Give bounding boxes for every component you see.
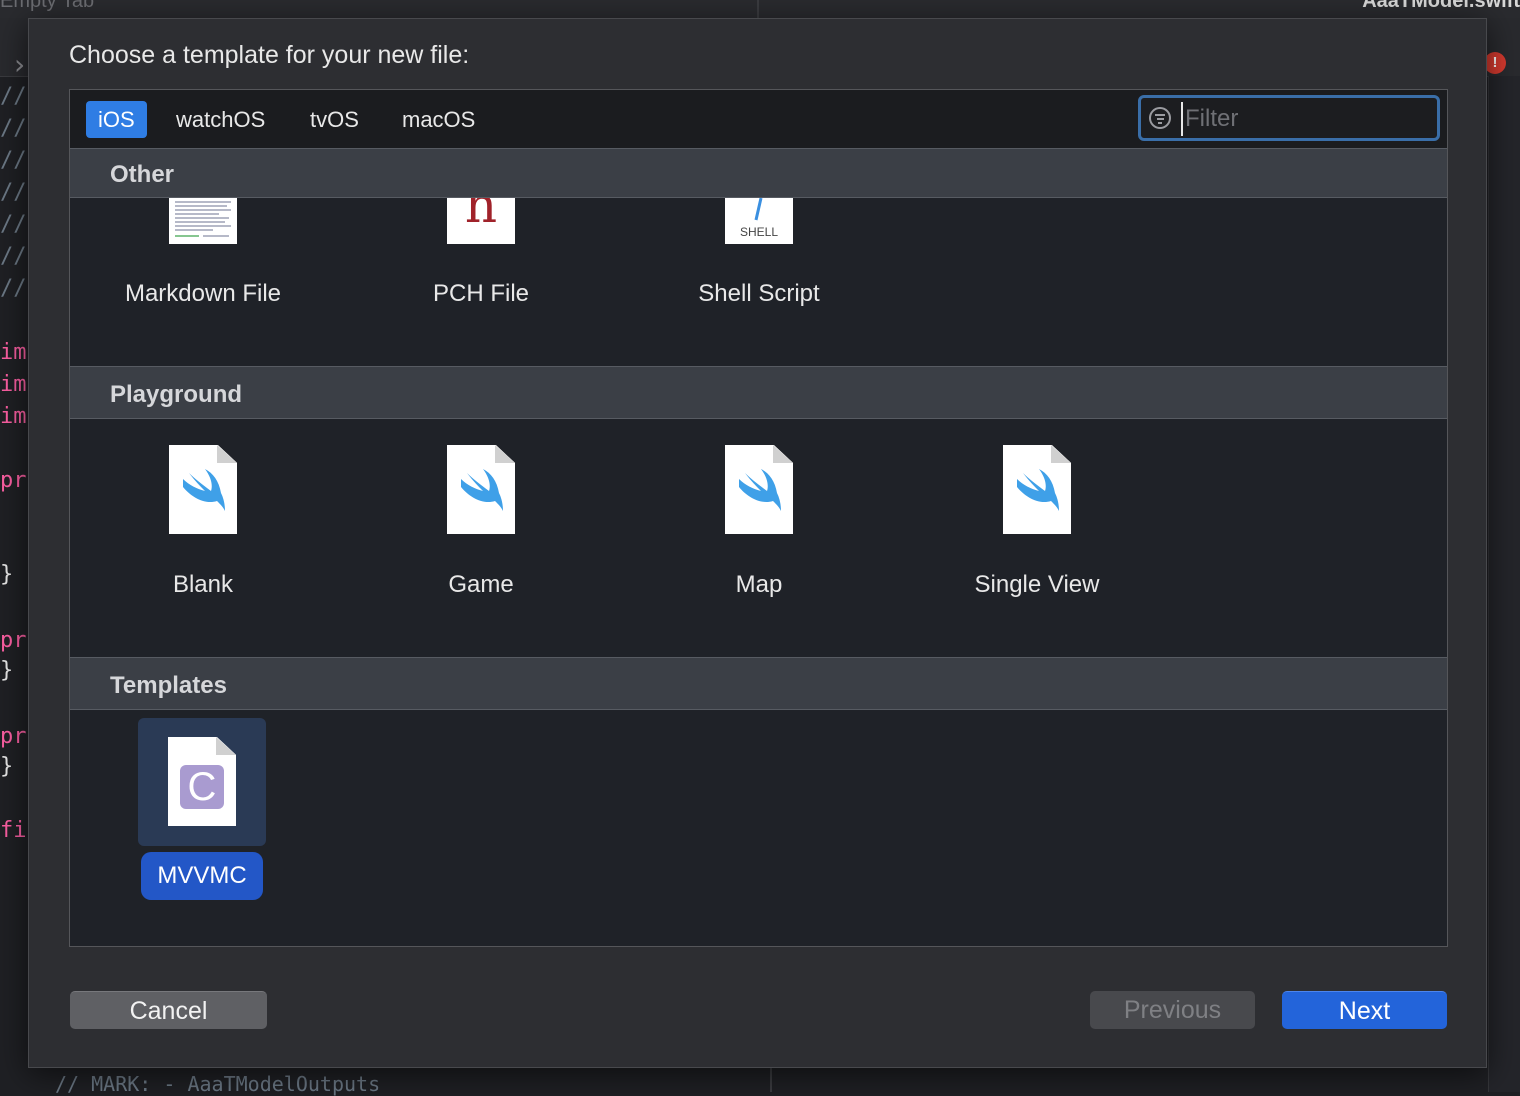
markdown-file-icon [169,198,237,244]
code-line: pr [0,628,27,653]
code-line: // [0,116,27,141]
swift-playground-icon [725,445,793,534]
code-line: pr [0,468,27,493]
code-line: // [0,180,27,205]
code-line: im [0,404,27,429]
item-label: MVVMC [141,852,263,900]
item-label: Single View [974,571,1100,598]
section-playground: Blank Game Map Single View [70,419,1447,657]
filter-input[interactable] [1181,102,1437,136]
new-file-template-sheet: Choose a template for your new file: iOS… [28,18,1487,1068]
code-line: } [0,658,14,683]
code-line: fi [0,818,27,843]
filter-icon [1149,107,1171,129]
code-line: // [0,148,27,173]
code-line: // [0,276,27,301]
editor-tab-bar: Empty Tab AaaTModel.swift [0,0,1520,18]
code-line: // [0,212,27,237]
section-header-playground: Playground [70,366,1447,419]
code-line: im [0,372,27,397]
template-browser: iOS watchOS tvOS macOS Other [69,89,1448,947]
code-line-mark: // MARK: - AaaTModelOutputs [55,1072,381,1096]
swift-playground-icon [447,445,515,534]
c-template-icon: C [168,737,236,826]
chevron-right-icon[interactable]: › [14,48,25,81]
tab-divider [757,0,759,18]
editor-tab-left[interactable]: Empty Tab [0,0,94,13]
editor-split-divider [770,1068,772,1092]
pch-file-icon: h [447,198,515,244]
tab-macos[interactable]: macOS [390,101,487,138]
section-header-templates: Templates [70,657,1447,710]
tab-ios[interactable]: iOS [86,101,147,138]
code-line: } [0,562,14,587]
editor-tab-right[interactable]: AaaTModel.swift [1362,0,1520,13]
section-other: Markdown File h PCH File SHELL Shell Scr… [70,198,1447,366]
previous-button[interactable]: Previous [1090,991,1255,1029]
swift-playground-icon [169,445,237,534]
section-header-other: Other [70,148,1447,198]
cancel-button[interactable]: Cancel [70,991,267,1029]
item-label: Map [735,571,783,598]
section-templates: C MVVMC [70,710,1447,946]
item-label: Blank [172,571,234,598]
code-line: // [0,244,27,269]
code-line: } [0,754,14,779]
section-title: Playground [110,381,243,408]
sheet-title: Choose a template for your new file: [69,41,470,69]
code-line: im [0,340,27,365]
tab-watchos[interactable]: watchOS [164,101,277,138]
tab-tvos[interactable]: tvOS [298,101,371,138]
template-mvvmc[interactable]: C MVVMC [70,710,334,910]
item-label: PCH File [432,280,529,307]
item-label: Game [448,571,514,598]
section-title: Templates [110,672,227,699]
platform-tab-bar: iOS watchOS tvOS macOS [70,90,1447,148]
shell-script-icon: SHELL [725,198,793,244]
item-label: Shell Script [698,280,820,307]
code-line: // [0,84,27,109]
minimap-gutter [1488,76,1520,1092]
item-label: Markdown File [124,280,282,307]
next-button[interactable]: Next [1282,991,1447,1029]
section-title: Other [110,161,175,188]
error-icon[interactable]: ! [1484,52,1506,74]
swift-playground-icon [1003,445,1071,534]
code-line: pr [0,724,27,749]
filter-field[interactable] [1138,95,1440,141]
